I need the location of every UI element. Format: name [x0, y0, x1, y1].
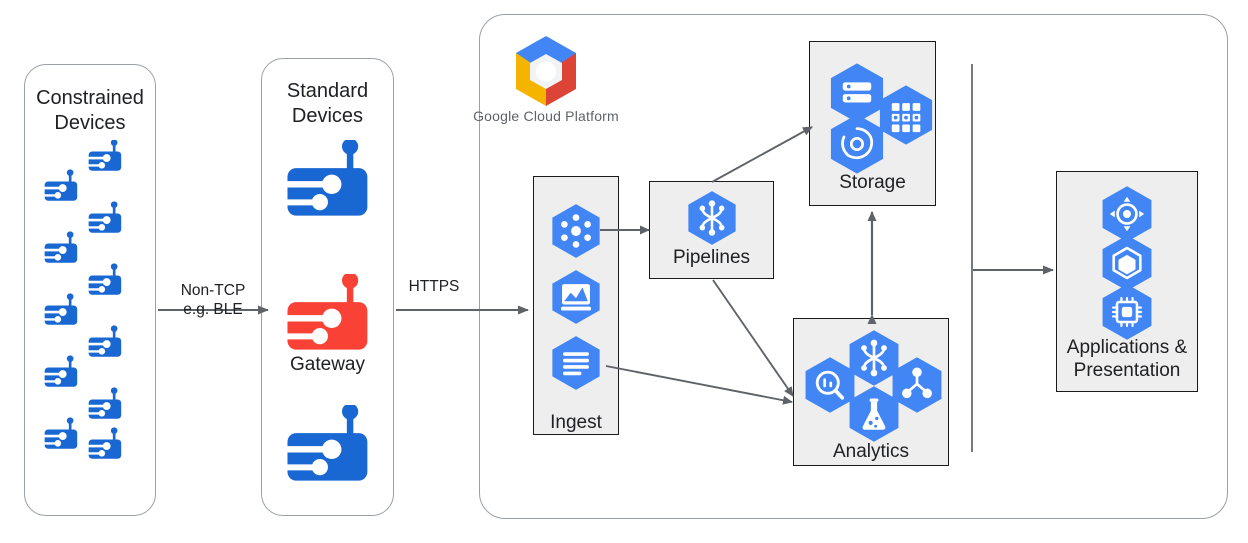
ingest-group-label: Ingest [550, 412, 602, 433]
cloud-storage-icon [830, 114, 884, 174]
iot-core-icon [1102, 284, 1152, 340]
edge-label-non-tcp: Non-TCP e.g. BLE [180, 282, 246, 318]
pubsub-icon [552, 204, 600, 258]
logging-icon [552, 336, 600, 390]
standard-devices-title: Standard Devices [286, 80, 369, 127]
pipelines-group-label: Pipelines [672, 247, 751, 268]
gateway-label: Gateway [290, 354, 365, 375]
standard-device-bottom [281, 405, 368, 481]
dataflow-icon [688, 191, 736, 245]
diagram-canvas: Constrained Devices Standard Devices Gat… [0, 0, 1248, 543]
google-cloud-platform-logo [516, 36, 576, 106]
applications-group-label: Applications & Presentation [1066, 337, 1188, 381]
monitoring-icon [552, 270, 600, 324]
edge-label-https: HTTPS [408, 278, 460, 295]
constrained-devices-icons [42, 140, 122, 459]
standard-device-top [281, 140, 368, 216]
datalab-icon [849, 386, 899, 442]
constrained-devices-title: Constrained Devices [36, 87, 144, 134]
gateway-device-icon [281, 274, 368, 350]
google-cloud-platform-wordmark: Google Cloud Platform [473, 108, 619, 124]
